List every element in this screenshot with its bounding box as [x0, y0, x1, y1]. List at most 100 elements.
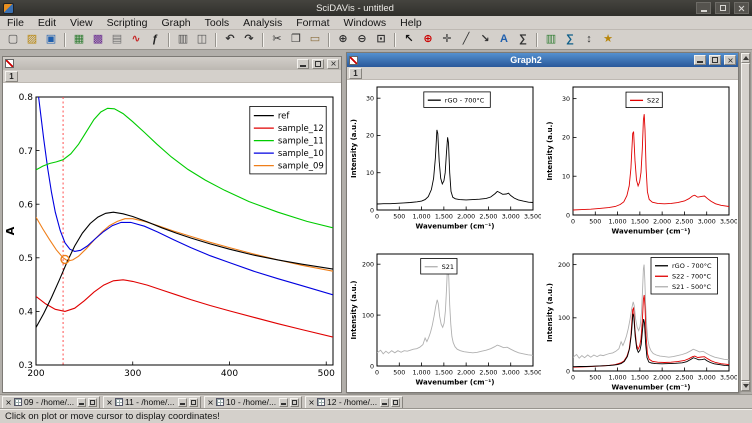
- cut-icon[interactable]: ✂: [268, 31, 286, 48]
- raman-plot-s21[interactable]: 05001,0001,5002,0002,5003,0003,500010020…: [348, 248, 541, 392]
- restore-icon[interactable]: [279, 398, 288, 407]
- draw-line-icon[interactable]: ╱: [457, 31, 475, 48]
- toolbar-separator: [394, 33, 396, 47]
- maximize-icon[interactable]: [709, 55, 721, 65]
- raman-plot-s22[interactable]: 05001,0001,5002,0002,5003,0003,500010203…: [544, 81, 737, 245]
- menu-tools[interactable]: Tools: [198, 16, 237, 30]
- new-table-icon[interactable]: ▦: [70, 31, 88, 48]
- toolbar: ▢▨▣▦▩▤∿ƒ▥◫↶↷✂❐▭⊕⊖⊡↖⊕✛╱↘A∑▥∑↕★: [0, 30, 752, 50]
- column-statistics-icon[interactable]: ∑: [561, 31, 579, 48]
- menu-graph[interactable]: Graph: [154, 16, 197, 30]
- close-icon[interactable]: [734, 2, 749, 14]
- minimize-icon[interactable]: [696, 2, 711, 14]
- new-graph-icon[interactable]: ∿: [127, 31, 145, 48]
- new-matrix-icon[interactable]: ▩: [89, 31, 107, 48]
- new-function-plot-icon[interactable]: ƒ: [146, 31, 164, 48]
- menu-file[interactable]: File: [0, 16, 31, 30]
- data-reader-icon[interactable]: ⊕: [419, 31, 437, 48]
- menu-scripting[interactable]: Scripting: [100, 16, 155, 30]
- print-icon[interactable]: ▥: [174, 31, 192, 48]
- graph1-titlebar[interactable]: [3, 57, 341, 70]
- close-icon[interactable]: [6, 399, 12, 405]
- menu-windows[interactable]: Windows: [337, 16, 394, 30]
- rescale-icon[interactable]: ⊡: [372, 31, 390, 48]
- graph2-titlebar[interactable]: Graph2: [347, 53, 738, 67]
- scrollbar-thumb[interactable]: [741, 63, 750, 381]
- paste-icon[interactable]: ▭: [306, 31, 324, 48]
- svg-text:0.6: 0.6: [19, 200, 34, 210]
- copy-icon[interactable]: ❐: [287, 31, 305, 48]
- minimize-icon[interactable]: [297, 59, 309, 69]
- svg-text:0.5: 0.5: [19, 254, 33, 264]
- svg-text:3,000: 3,000: [502, 369, 520, 376]
- maximize-icon[interactable]: [88, 398, 97, 407]
- add-equation-icon[interactable]: ∑: [514, 31, 532, 48]
- svg-text:sample_12: sample_12: [278, 124, 324, 134]
- copy-icon: ❐: [291, 34, 301, 45]
- vertical-scrollbar[interactable]: [740, 52, 751, 392]
- add-equation-icon: ∑: [519, 34, 527, 45]
- close-icon[interactable]: [309, 399, 315, 405]
- window-tab[interactable]: 09 - /home/...: [2, 396, 100, 409]
- svg-text:3,000: 3,000: [698, 374, 716, 381]
- raman-plot-rgo[interactable]: 05001,0001,5002,0002,5003,0003,500010203…: [348, 81, 541, 245]
- zoom-out-icon[interactable]: ⊖: [353, 31, 371, 48]
- restore-icon[interactable]: [380, 398, 389, 407]
- zoom-in-icon[interactable]: ⊕: [334, 31, 352, 48]
- menu-analysis[interactable]: Analysis: [236, 16, 289, 30]
- svg-text:0: 0: [370, 363, 374, 370]
- close-icon[interactable]: [107, 399, 113, 405]
- add-text-icon[interactable]: A: [495, 31, 513, 48]
- save-project-icon: ▣: [46, 34, 56, 45]
- svg-text:2,000: 2,000: [653, 218, 671, 225]
- restore-icon[interactable]: [178, 398, 187, 407]
- close-icon[interactable]: [327, 59, 339, 69]
- maximize-icon[interactable]: [391, 398, 400, 407]
- window-tab[interactable]: 11 - /home/...: [103, 396, 201, 409]
- plot-wizard-icon[interactable]: ★: [599, 31, 617, 48]
- window-tab[interactable]: 12 - /home/...: [305, 396, 403, 409]
- add-text-icon: A: [500, 34, 508, 45]
- absorbance-plot[interactable]: 2003004005000.30.40.50.60.70.8Arefsample…: [3, 83, 341, 392]
- menu-help[interactable]: Help: [393, 16, 429, 30]
- close-icon[interactable]: [724, 55, 736, 65]
- redo-icon[interactable]: ↷: [240, 31, 258, 48]
- menu-view[interactable]: View: [63, 16, 100, 30]
- new-note-icon[interactable]: ▤: [108, 31, 126, 48]
- maximize-icon[interactable]: [189, 398, 198, 407]
- svg-text:500: 500: [393, 369, 405, 376]
- draw-arrow-icon[interactable]: ↘: [476, 31, 494, 48]
- new-table-icon: ▦: [74, 34, 84, 45]
- layer-button[interactable]: 1: [5, 71, 18, 82]
- sort-icon: ↕: [586, 34, 592, 45]
- undo-icon[interactable]: ↶: [221, 31, 239, 48]
- graph2-window[interactable]: Graph2 1 05001,0001,5002,0002,5003,0003,…: [346, 52, 739, 393]
- svg-text:3,500: 3,500: [524, 213, 541, 220]
- open-project-icon[interactable]: ▨: [23, 31, 41, 48]
- select-range-icon[interactable]: ✛: [438, 31, 456, 48]
- scroll-down-icon[interactable]: [741, 381, 750, 391]
- new-project-icon[interactable]: ▢: [4, 31, 22, 48]
- minimize-icon[interactable]: [694, 55, 706, 65]
- new-function-plot-icon: ƒ: [152, 34, 158, 45]
- close-icon[interactable]: [208, 399, 214, 405]
- save-project-icon[interactable]: ▣: [42, 31, 60, 48]
- restore-icon[interactable]: [77, 398, 86, 407]
- new-graph-icon: ∿: [131, 34, 140, 45]
- table-columns-icon[interactable]: ▥: [542, 31, 560, 48]
- window-tab[interactable]: 10 - /home/...: [204, 396, 302, 409]
- raman-plot-overlay[interactable]: 05001,0001,5002,0002,5003,0003,500010020…: [544, 248, 737, 392]
- layer-button[interactable]: 1: [349, 68, 362, 79]
- menu-format[interactable]: Format: [289, 16, 336, 30]
- menu-edit[interactable]: Edit: [31, 16, 63, 30]
- app-titlebar[interactable]: SciDAVis - untitled: [0, 0, 752, 16]
- sort-icon[interactable]: ↕: [580, 31, 598, 48]
- table-columns-icon: ▥: [546, 34, 556, 45]
- duplicate-window-icon[interactable]: ◫: [193, 31, 211, 48]
- pointer-icon[interactable]: ↖: [400, 31, 418, 48]
- maximize-icon[interactable]: [312, 59, 324, 69]
- graph1-window[interactable]: 1 2003004005000.30.40.50.60.70.8Arefsamp…: [2, 56, 342, 393]
- maximize-icon[interactable]: [715, 2, 730, 14]
- maximize-icon[interactable]: [290, 398, 299, 407]
- scroll-up-icon[interactable]: [741, 53, 750, 63]
